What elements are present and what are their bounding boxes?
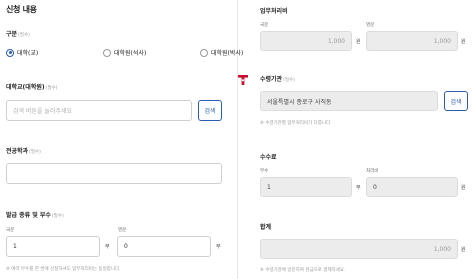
processing-fee-english-field: 1,000 [366, 31, 458, 51]
commission-label: 수수료 [260, 154, 277, 161]
english-copies-unit: 부 [216, 244, 221, 250]
commission-fee-unit: 원 [461, 185, 466, 191]
radio-university[interactable]: 대학(교) [6, 48, 38, 57]
commission-copies-label: 부수 [260, 169, 269, 174]
commission-copies-field: 1 [260, 177, 352, 197]
commission-fee-field: 0 [366, 177, 458, 197]
university-label: 대학교(대학원)(필수) [6, 84, 58, 91]
t-logo-icon [236, 73, 249, 86]
processing-fee-label: 업무처리비 [260, 8, 288, 15]
processing-fee-korean-label: 국문 [260, 23, 269, 28]
major-label: 전공학과(필수) [6, 148, 41, 155]
category-label: 구분(필수) [6, 31, 30, 38]
total-unit: 원 [461, 247, 466, 253]
issue-english-label: 영문 [118, 228, 127, 233]
radio-dot [200, 48, 208, 57]
total-label: 합계 [260, 224, 272, 231]
english-copies-input[interactable]: 0 [117, 236, 211, 257]
processing-fee-english-unit: 원 [461, 39, 466, 45]
issue-korean-label: 국문 [6, 228, 15, 233]
processing-fee-english-label: 영문 [366, 23, 375, 28]
agency-label: 수령기관(필수) [260, 76, 295, 83]
major-input[interactable] [6, 163, 222, 184]
processing-fee-korean-field: 1,000 [260, 31, 352, 51]
university-input[interactable]: 검색 버튼을 눌러주세요 [6, 100, 192, 121]
agency-note: ※ 수령기관별 업무처리비가 다릅니다. [260, 121, 332, 126]
issue-label: 발급 종류 및 부수(필수) [6, 212, 64, 219]
radio-grad-master[interactable]: 대학원(석사) [103, 48, 146, 57]
agency-search-button[interactable]: 검색 [444, 91, 468, 111]
page-title: 신청 내용 [6, 5, 37, 14]
agency-field: 서울특별시 종로구 사직동 [260, 91, 438, 111]
radio-dot [103, 48, 111, 57]
korean-copies-unit: 부 [105, 244, 110, 250]
commission-fee-label: 처리비 [366, 169, 379, 174]
commission-copies-unit: 부 [356, 185, 361, 191]
korean-copies-input[interactable]: 1 [6, 236, 100, 257]
column-divider [237, 0, 238, 279]
processing-fee-korean-unit: 원 [356, 39, 361, 45]
radio-dot [6, 48, 14, 57]
university-search-button[interactable]: 검색 [198, 100, 222, 121]
total-field: 1,000 [260, 239, 458, 259]
radio-grad-doctor[interactable]: 대학원(박사) [200, 48, 243, 57]
issue-note: ※ 여러 부수를 한 번에 신청하셔도 업무처리비는 동일합니다. [6, 267, 121, 272]
total-note: ※ 수령기관에 방문하여 현금으로 결제하세요. [260, 268, 346, 273]
